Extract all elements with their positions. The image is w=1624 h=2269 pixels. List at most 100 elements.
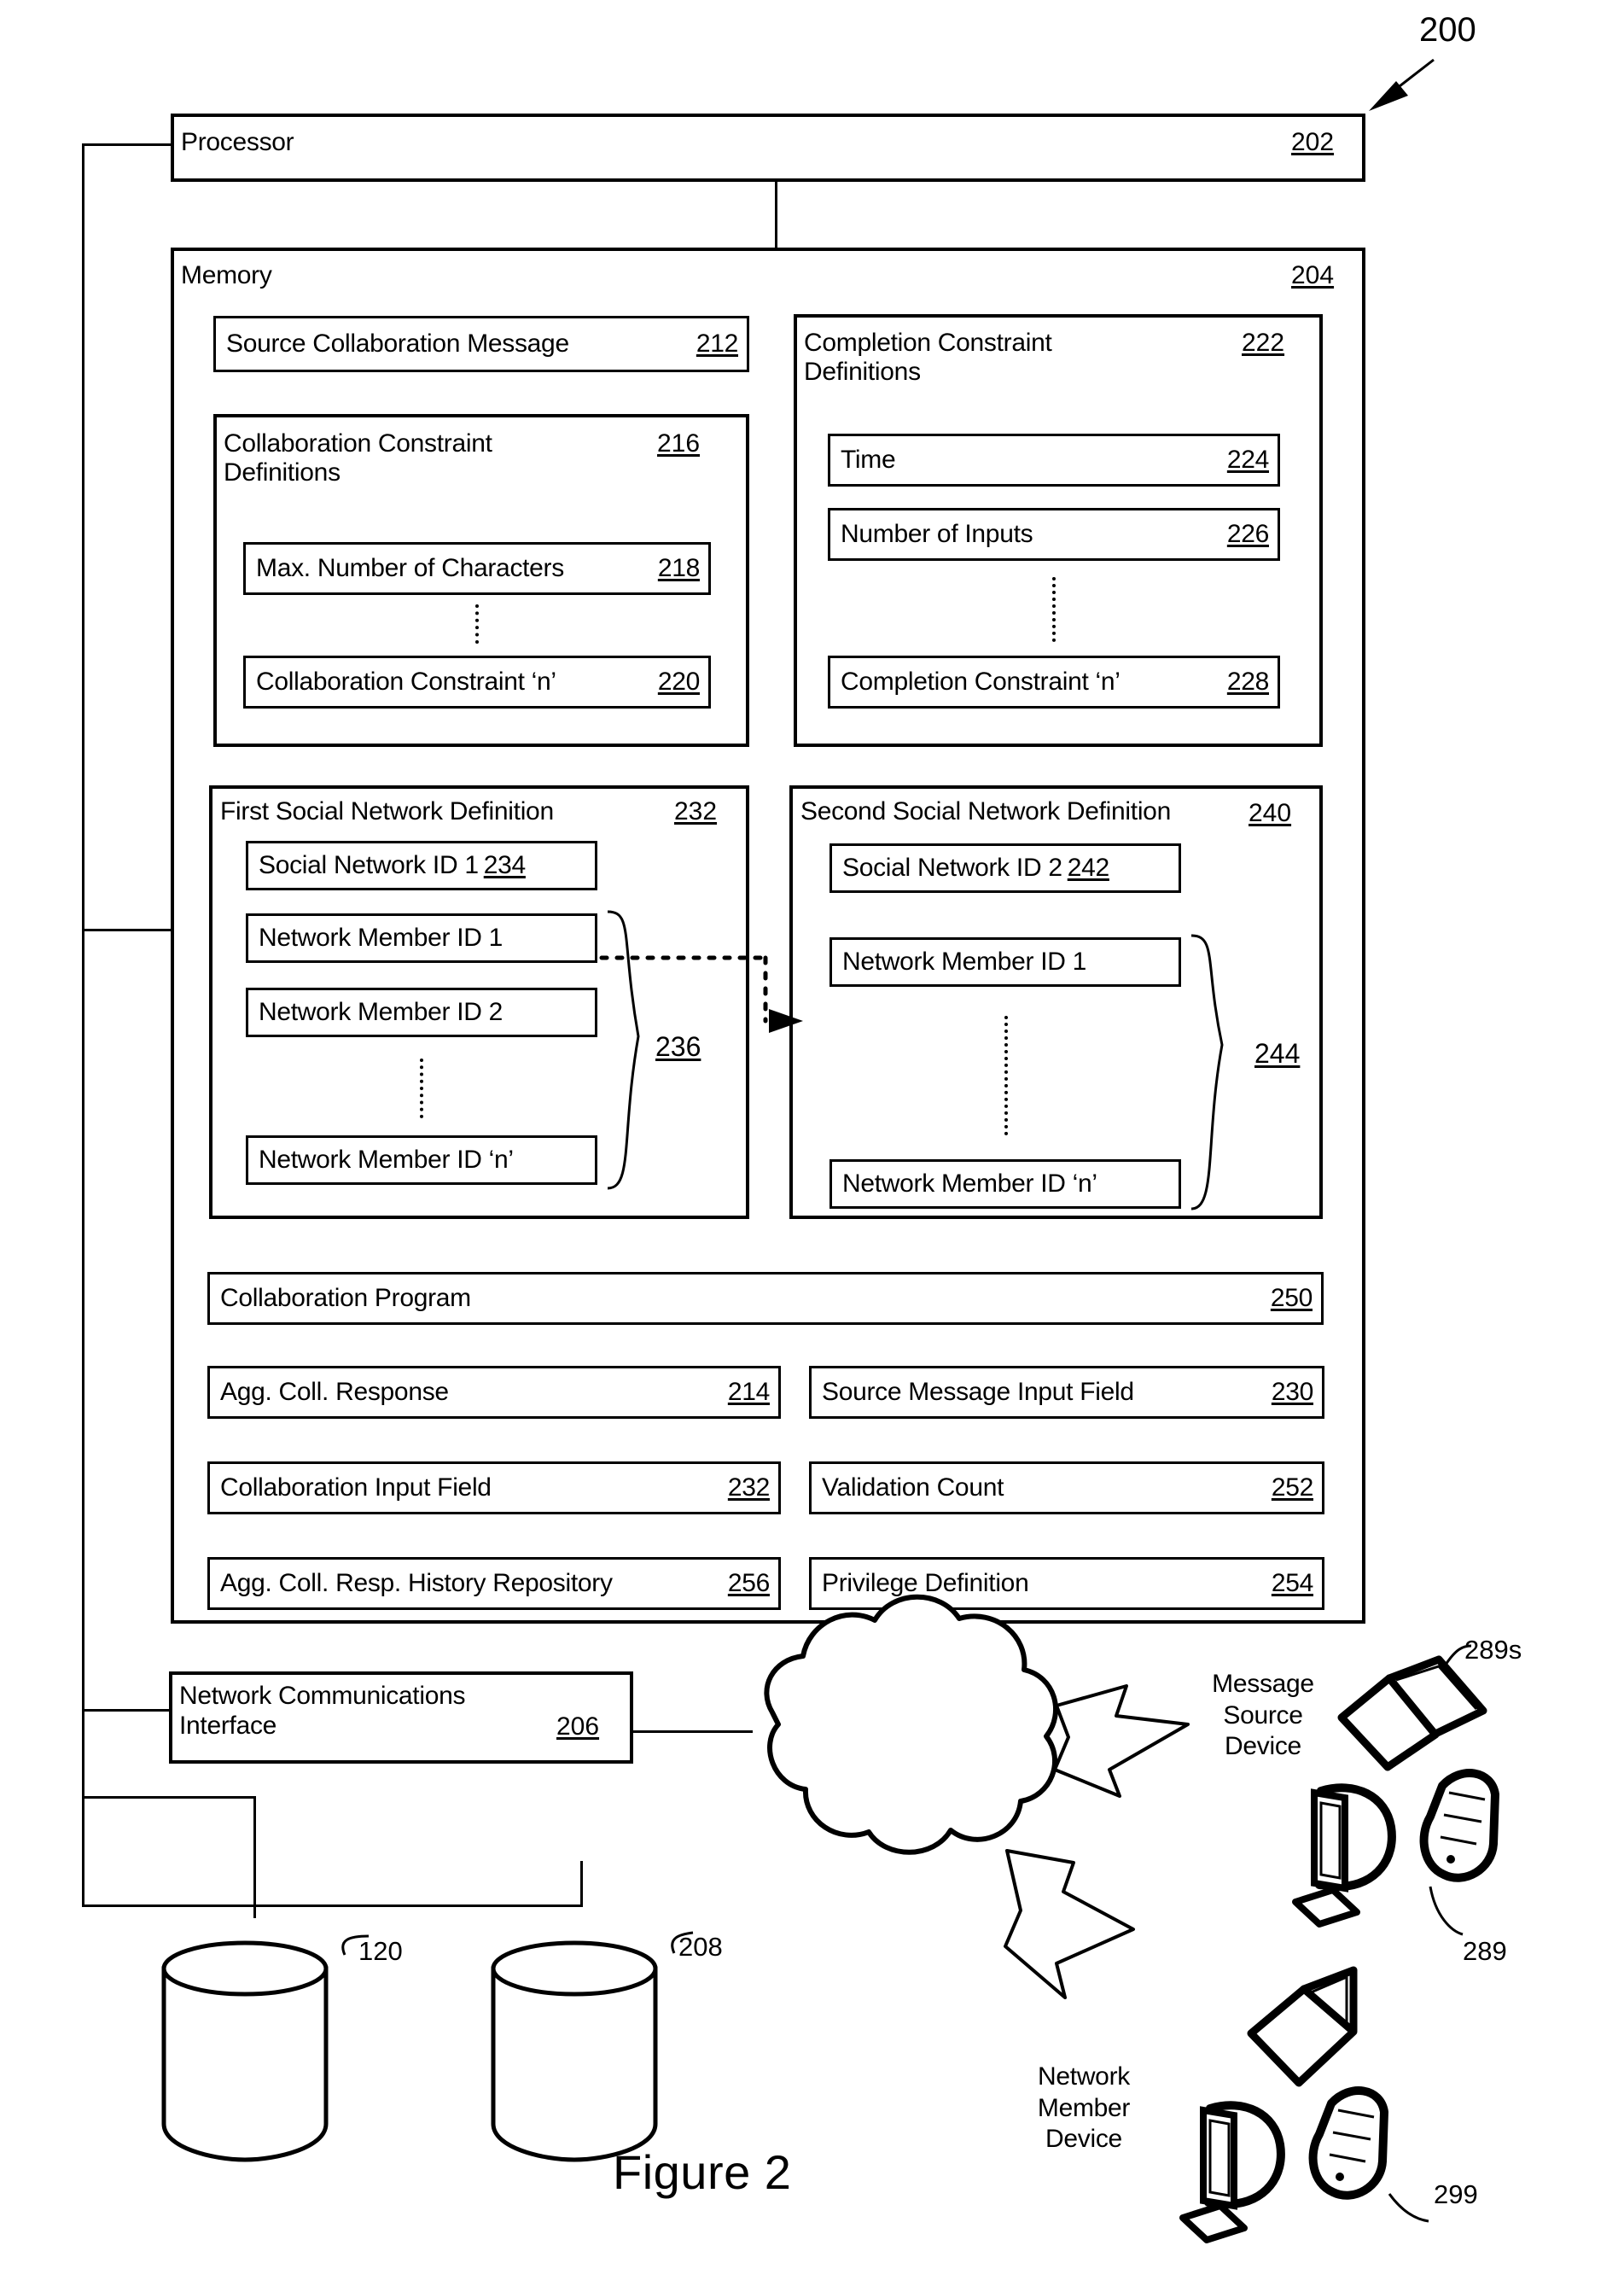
second-network-member-id-1-label: Network Member ID 1	[842, 948, 1087, 976]
privilege-definition-box: Privilege Definition 254	[809, 1557, 1324, 1610]
agg-coll-response-ref: 214	[727, 1378, 770, 1406]
completion-constraint-n-box: Completion Constraint ‘n’ 228	[828, 656, 1280, 709]
second-network-member-id-n-box: Network Member ID ‘n’	[829, 1159, 1181, 1209]
memory-ref: 204	[1291, 261, 1335, 289]
max-number-of-characters-label: Max. Number of Characters	[256, 554, 564, 582]
number-of-inputs-box: Number of Inputs 226	[828, 508, 1280, 561]
completion-constraint-ellipsis	[1052, 577, 1056, 642]
network-member-group-leader	[1388, 2193, 1429, 2223]
agg-coll-resp-history-repository-ref: 256	[727, 1569, 770, 1597]
bus-left-vertical	[82, 143, 84, 1907]
collaboration-constraint-definitions-ref: 216	[657, 429, 701, 458]
network-communications-interface-ref: 206	[556, 1712, 600, 1741]
source-collaboration-message-ref: 212	[696, 330, 738, 358]
source-message-input-field-label: Source Message Input Field	[822, 1378, 1134, 1406]
arrow-to-message-source-device	[1053, 1684, 1190, 1798]
network-cloud-label: Network	[865, 1723, 970, 1755]
source-database-label: Source Database	[517, 2045, 626, 2103]
message-source-phone-icon	[1419, 1769, 1499, 1882]
completion-constraint-n-label: Completion Constraint ‘n’	[841, 668, 1121, 696]
processor-ref: 202	[1291, 128, 1335, 156]
source-collaboration-message-box: Source Collaboration Message 212	[213, 316, 749, 372]
collaboration-input-field-ref: 232	[727, 1473, 770, 1502]
social-network-id-2-label: Social Network ID 2	[842, 854, 1062, 882]
system-ref-arrowhead	[1369, 81, 1408, 111]
second-social-network-definition-label: Second Social Network Definition	[800, 797, 1171, 825]
network-member-group-ref: 299	[1434, 2179, 1478, 2209]
social-network-id-1-box: Social Network ID 1 234	[246, 841, 597, 890]
first-network-member-id-2-box: Network Member ID 2	[246, 988, 597, 1037]
knowledge-base-ref: 120	[358, 1936, 403, 1966]
agg-coll-response-label: Agg. Coll. Response	[220, 1378, 449, 1406]
patent-figure-2: Processor 202 Memory 204 Source Collabor…	[0, 0, 1624, 2269]
network-member-device-label: Network Member Device	[1037, 2062, 1131, 2154]
network-member-phone-icon	[1308, 2086, 1388, 2200]
collaboration-constraint-n-ref: 220	[657, 668, 700, 696]
source-message-input-field-ref: 230	[1271, 1378, 1313, 1406]
source-database-drop	[580, 1861, 583, 1907]
first-network-member-id-n-label: Network Member ID ‘n’	[259, 1146, 514, 1174]
first-social-network-members-brace-ref: 236	[655, 1031, 701, 1062]
collaboration-program-label: Collaboration Program	[220, 1284, 471, 1312]
memory-label: Memory	[181, 261, 272, 289]
network-communications-interface-label: Network Communications Interface	[179, 1682, 466, 1740]
number-of-inputs-label: Number of Inputs	[841, 520, 1033, 548]
second-social-network-members-brace-ref: 244	[1254, 1038, 1301, 1069]
collaboration-constraint-n-label: Collaboration Constraint ‘n’	[256, 668, 556, 696]
agg-coll-resp-history-repository-label: Agg. Coll. Resp. History Repository	[220, 1569, 613, 1597]
first-network-member-id-1-label: Network Member ID 1	[259, 924, 503, 952]
source-collaboration-message-label: Source Collaboration Message	[226, 330, 569, 358]
bus-bottom-horizontal	[82, 1904, 583, 1907]
collaboration-constraint-n-box: Collaboration Constraint ‘n’ 220	[243, 656, 711, 709]
max-number-of-characters-box: Max. Number of Characters 218	[243, 542, 711, 595]
first-network-member-id-n-box: Network Member ID ‘n’	[246, 1135, 597, 1185]
network-member-monitor-icon	[1179, 2101, 1285, 2243]
message-source-group-ref: 289	[1463, 1936, 1507, 1966]
processor-memory-link	[775, 181, 777, 249]
figure-caption: Figure 2	[613, 2145, 792, 2199]
network-cloud-ref: 210	[894, 1779, 943, 1811]
first-social-network-definition-ref: 232	[674, 797, 718, 825]
social-network-id-1-label: Social Network ID 1	[259, 851, 479, 879]
agg-coll-resp-history-repository-box: Agg. Coll. Resp. History Repository 256	[207, 1557, 781, 1610]
bus-to-processor	[82, 143, 171, 146]
social-network-id-1-ref: 234	[483, 851, 526, 879]
time-box: Time 224	[828, 434, 1280, 487]
source-message-input-field-box: Source Message Input Field 230	[809, 1366, 1324, 1419]
collaboration-input-field-box: Collaboration Input Field 232	[207, 1461, 781, 1514]
second-network-member-id-1-box: Network Member ID 1	[829, 937, 1181, 987]
source-database-ref: 208	[678, 1932, 723, 1962]
collaboration-constraint-definitions-label: Collaboration Constraint Definitions	[224, 429, 492, 487]
bus-to-knowledge-base	[82, 1796, 254, 1799]
second-network-member-id-n-label: Network Member ID ‘n’	[842, 1169, 1097, 1198]
arrow-to-network-member-device	[1004, 1849, 1135, 1999]
validation-count-box: Validation Count 252	[809, 1461, 1324, 1514]
first-network-member-id-1-box: Network Member ID 1	[246, 913, 597, 963]
message-source-laptop-icon	[1337, 1655, 1487, 1771]
message-source-laptop-ref: 289s	[1464, 1635, 1522, 1665]
social-network-id-2-box: Social Network ID 2 242	[829, 843, 1181, 893]
bus-to-memory	[82, 929, 171, 931]
message-source-group-leader	[1429, 1886, 1464, 1936]
network-member-laptop-icon	[1247, 1966, 1358, 2087]
message-source-monitor-icon	[1292, 1783, 1396, 1928]
knowledge-base-drop	[253, 1796, 256, 1918]
agg-coll-response-box: Agg. Coll. Response 214	[207, 1366, 781, 1419]
system-ref-arrow	[1380, 58, 1435, 102]
second-social-network-definition-ref: 240	[1249, 799, 1292, 827]
privilege-definition-ref: 254	[1271, 1569, 1313, 1597]
network-interface-to-cloud	[633, 1730, 753, 1733]
completion-constraint-n-ref: 228	[1226, 668, 1269, 696]
collaboration-input-field-label: Collaboration Input Field	[220, 1473, 492, 1502]
second-network-member-ellipsis	[1004, 1016, 1008, 1135]
validation-count-ref: 252	[1271, 1473, 1313, 1502]
social-network-id-2-ref: 242	[1067, 854, 1109, 882]
validation-count-label: Validation Count	[822, 1473, 1004, 1502]
collaboration-program-box: Collaboration Program 250	[207, 1272, 1324, 1325]
completion-constraint-definitions-label: Completion Constraint Definitions	[804, 329, 1052, 386]
max-number-of-characters-ref: 218	[657, 554, 700, 582]
collaboration-constraint-ellipsis	[475, 604, 479, 644]
time-ref: 224	[1226, 446, 1269, 474]
message-source-device-label: Message Source Device	[1212, 1670, 1314, 1761]
time-label: Time	[841, 446, 896, 474]
